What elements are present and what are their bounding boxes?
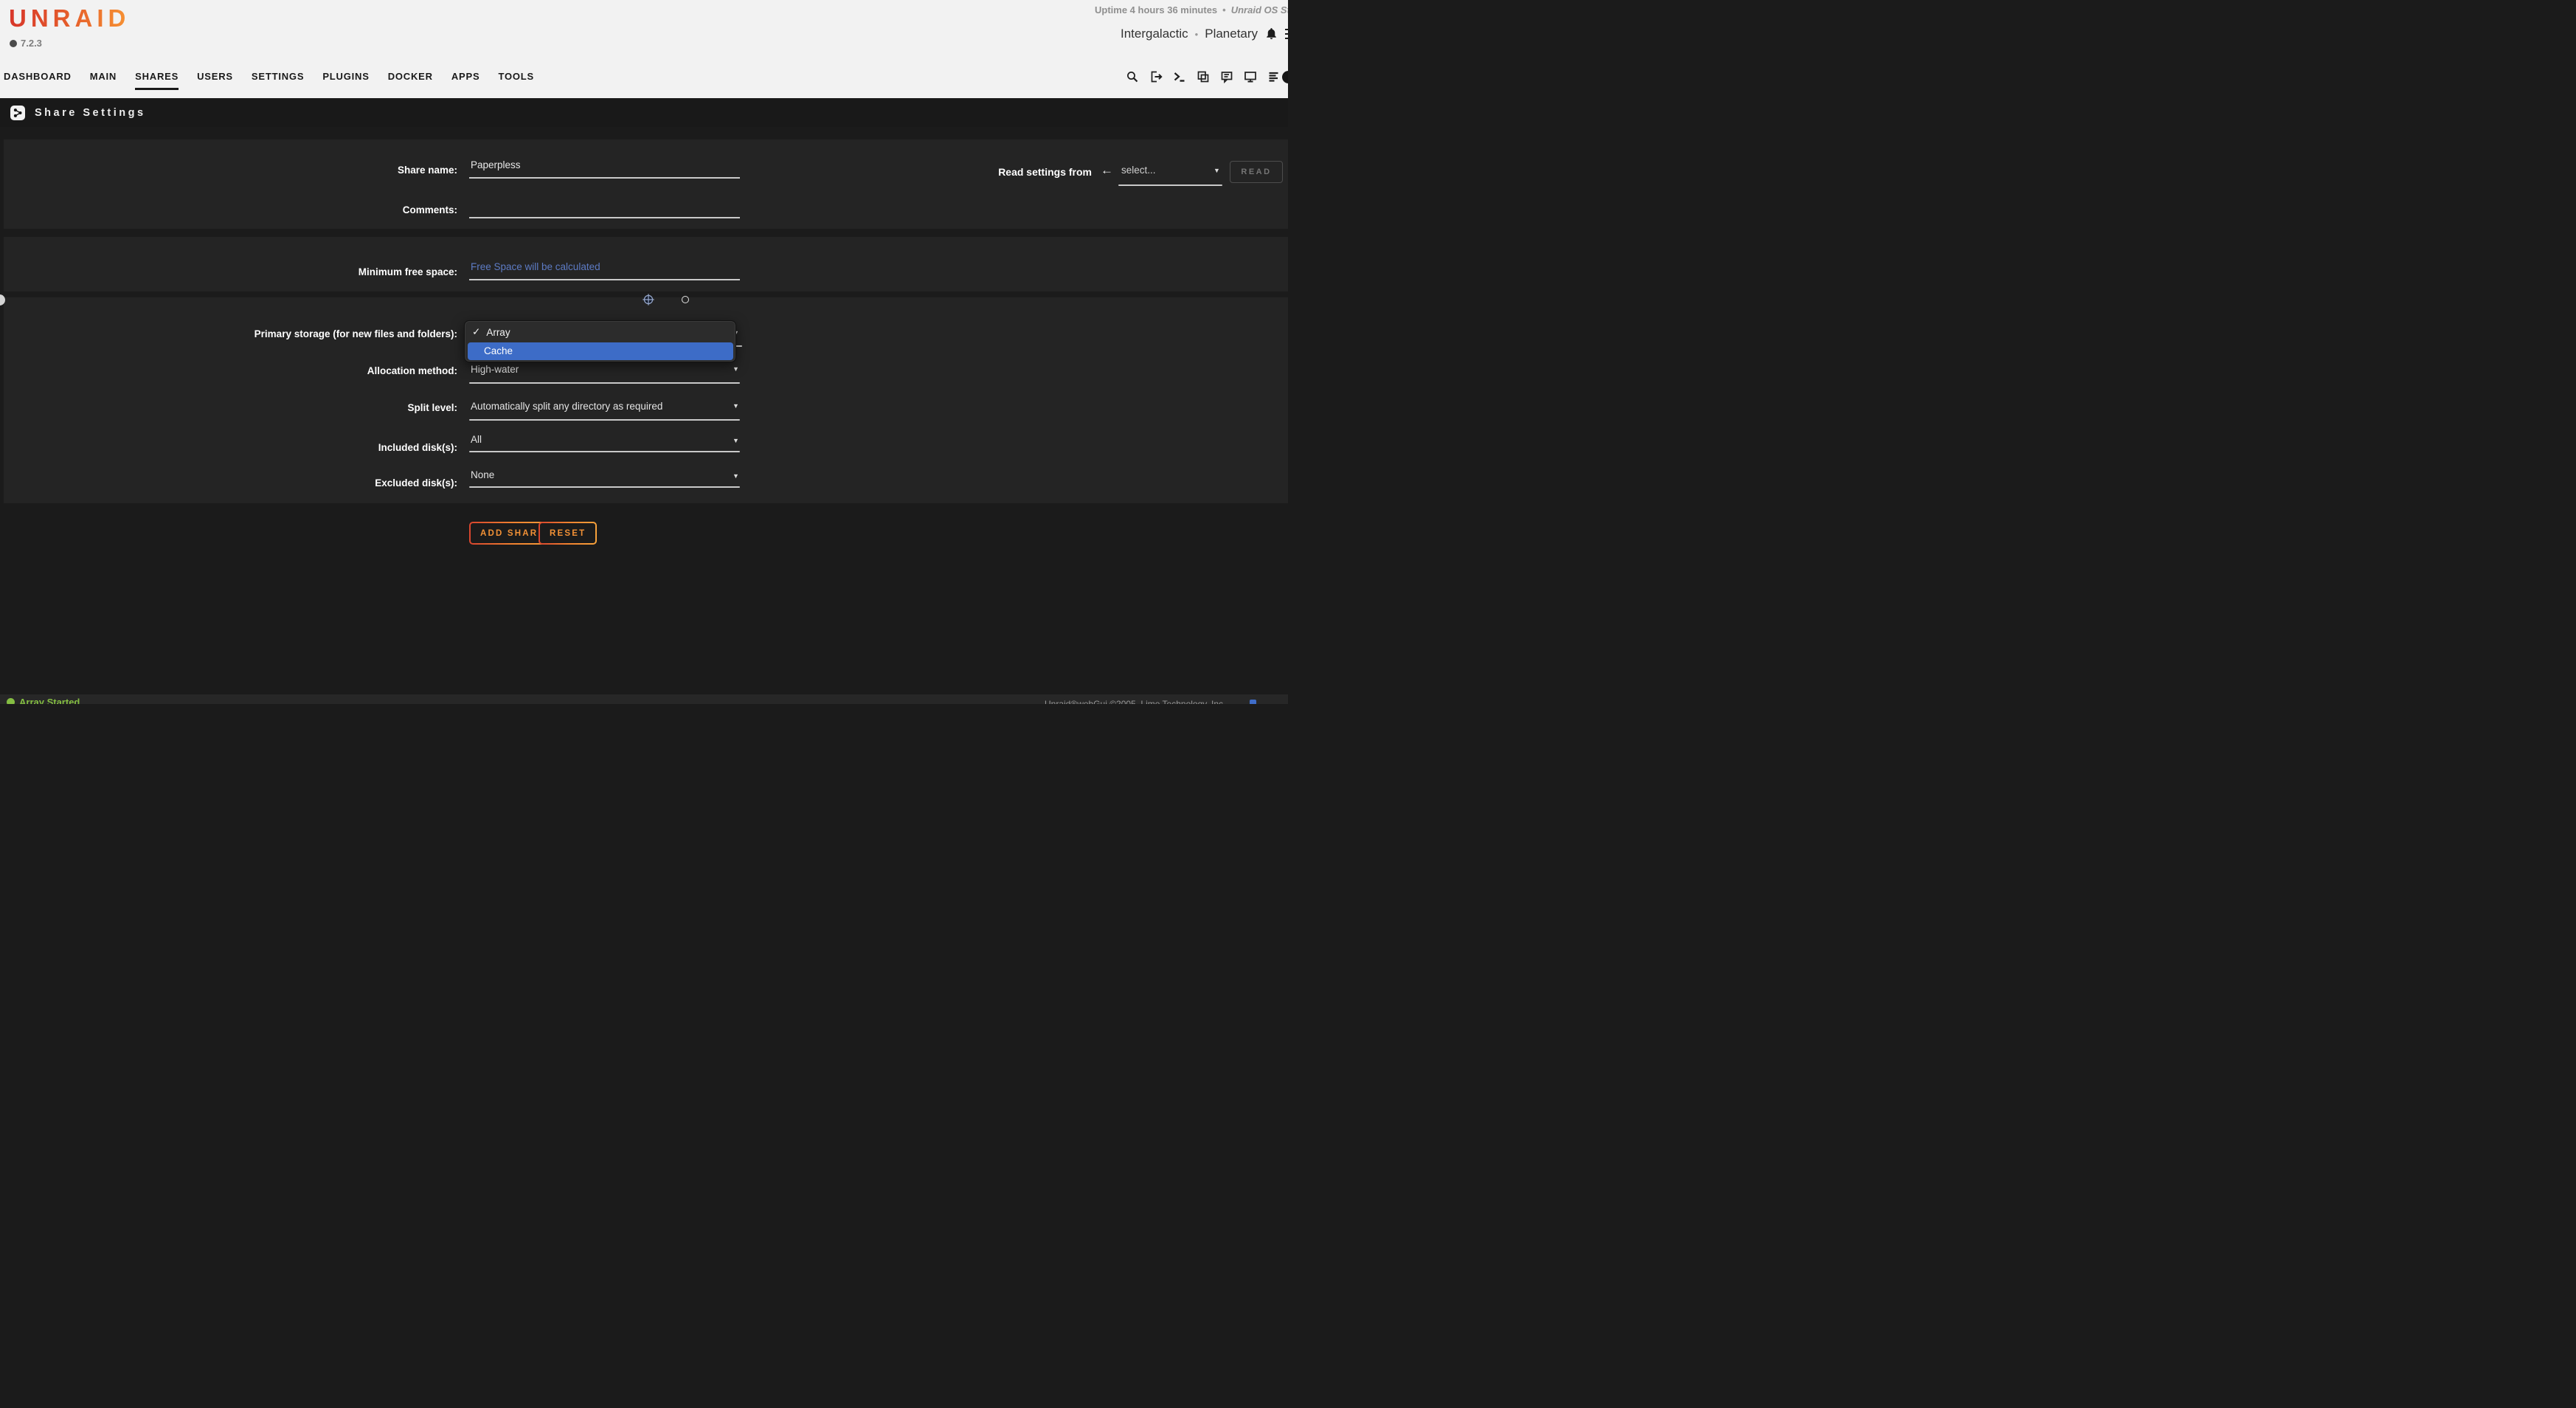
option-cache[interactable]: Cache (468, 342, 733, 360)
version-icon (10, 40, 17, 47)
underline (469, 486, 740, 488)
content-area: Share name: Read settings from ← select.… (0, 127, 1288, 694)
allocation-select[interactable]: High-water ▼ (469, 362, 740, 379)
underline (469, 451, 740, 452)
array-status-icon (7, 698, 15, 704)
caret-down-icon: ▼ (733, 472, 739, 480)
caret-down-icon: ▼ (1213, 167, 1220, 174)
primary-storage-dropdown: ✓ Array Cache (464, 320, 736, 362)
min-free-label: Minimum free space: (162, 266, 457, 277)
nav-apps[interactable]: APPS (451, 71, 480, 90)
server-description: Planetary (1205, 27, 1258, 41)
main-nav: DASHBOARD MAIN SHARES USERS SETTINGS PLU… (4, 71, 534, 90)
nav-main[interactable]: MAIN (90, 71, 117, 90)
page-title: Share Settings (35, 107, 146, 119)
unraid-logo[interactable]: UNRAID (9, 4, 130, 32)
split-level-select[interactable]: Automatically split any directory as req… (469, 398, 740, 416)
dot-separator: • (1195, 29, 1199, 40)
uptime-bar: Uptime 4 hours 36 minutes • Unraid OS St… (1095, 4, 1288, 15)
feedback-icon[interactable] (1220, 70, 1233, 83)
underline (469, 419, 740, 421)
menu-hamburger-icon[interactable] (1285, 29, 1288, 40)
monitor-icon[interactable] (1244, 70, 1257, 83)
read-settings-label: Read settings from (937, 166, 1092, 178)
copy-icon[interactable] (1197, 70, 1210, 83)
os-ticker-text: Unraid OS Start (1231, 4, 1288, 15)
nav-settings[interactable]: SETTINGS (252, 71, 304, 90)
underline (1118, 184, 1222, 186)
primary-storage-label: Primary storage (for new files and folde… (162, 328, 457, 339)
header: UNRAID 7.2.3 Uptime 4 hours 36 minutes •… (0, 0, 1288, 98)
split-level-label: Split level: (162, 402, 457, 413)
caret-down-icon: ▼ (733, 365, 739, 373)
comments-input[interactable] (469, 199, 740, 218)
sign-out-icon[interactable] (1149, 70, 1163, 83)
nav-users[interactable]: USERS (197, 71, 233, 90)
unraid-shares-page: UNRAID 7.2.3 Uptime 4 hours 36 minutes •… (0, 0, 1288, 704)
version-label: 7.2.3 (10, 38, 42, 49)
dot-separator: • (1222, 4, 1226, 15)
nav-docker[interactable]: DOCKER (388, 71, 433, 90)
read-settings-select[interactable]: select... ▼ (1118, 161, 1223, 180)
nav-shares[interactable]: SHARES (135, 71, 179, 90)
theme-toggle-icon[interactable] (1282, 71, 1288, 83)
page-title-bar: Share Settings (0, 98, 1288, 127)
share-icon (10, 106, 25, 120)
toolbar-icons (1126, 70, 1281, 83)
search-icon[interactable] (1126, 70, 1139, 83)
click-ring-icon (682, 296, 689, 303)
uptime-text: Uptime 4 hours 36 minutes (1095, 4, 1217, 15)
allocation-label: Allocation method: (162, 365, 457, 376)
excluded-disks-label: Excluded disk(s): (162, 477, 457, 489)
nav-dashboard[interactable]: DASHBOARD (4, 71, 72, 90)
comments-label: Comments: (162, 204, 457, 215)
move-cursor-icon (642, 293, 655, 306)
share-name-input[interactable] (469, 159, 740, 179)
footer: Array Started Unraid®webGui ©2005, Lime … (0, 694, 1288, 704)
nav-plugins[interactable]: PLUGINS (322, 71, 369, 90)
log-icon[interactable] (1267, 70, 1281, 83)
nav-tools[interactable]: TOOLS (498, 71, 534, 90)
share-name-label: Share name: (162, 165, 457, 176)
underline (469, 382, 740, 384)
array-status-text: Array Started (19, 697, 80, 704)
server-identity: Intergalactic • Planetary (1121, 27, 1288, 41)
option-array[interactable]: ✓ Array (472, 326, 510, 338)
reset-button[interactable]: RESET (539, 522, 597, 545)
read-button[interactable]: READ (1230, 161, 1283, 183)
caret-down-icon: ▼ (733, 437, 739, 444)
copyright-text: Unraid®webGui ©2005, Lime Technology, In… (1045, 699, 1225, 704)
notifications-bell-icon[interactable] (1264, 27, 1278, 41)
terminal-icon[interactable] (1173, 70, 1186, 83)
min-free-input[interactable] (469, 261, 740, 280)
caret-down-icon: ▼ (733, 402, 739, 410)
footer-badge-icon (1250, 700, 1256, 704)
included-disks-select[interactable]: All ▼ (469, 431, 740, 449)
server-name: Intergalactic (1121, 27, 1188, 41)
included-disks-label: Included disk(s): (162, 442, 457, 453)
excluded-disks-select[interactable]: None ▼ (469, 466, 740, 484)
check-icon: ✓ (472, 326, 480, 338)
arrow-left-icon: ← (1101, 163, 1113, 178)
